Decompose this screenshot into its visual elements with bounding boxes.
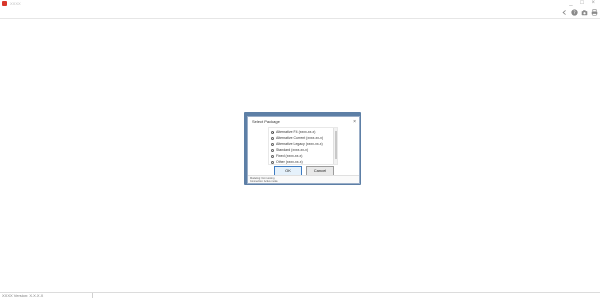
package-option[interactable]: Other (xxxx-xx-x) — [271, 159, 303, 165]
title-bar: XXXX _ □ × — [0, 0, 600, 7]
radio-button[interactable] — [271, 142, 274, 146]
print-icon — [591, 9, 598, 16]
dialog-status-line: Connection: Active mode — [250, 179, 278, 183]
package-list: Alternative F4 (xxxx-xx-x) Alternative C… — [268, 127, 338, 165]
radio-button[interactable] — [271, 130, 274, 134]
status-separator — [92, 293, 93, 298]
status-bar: XXXX Version: X.X.X.X — [0, 292, 600, 298]
help-button[interactable]: ? — [571, 9, 578, 16]
package-option-label: Other (xxxx-xx-x) — [276, 160, 303, 164]
dialog-title: Select Package — [252, 119, 280, 124]
version-text: XXXX Version: X.X.X.X — [2, 293, 44, 298]
toolbar-divider — [0, 18, 600, 19]
scrollbar-thumb[interactable] — [334, 131, 337, 159]
window-controls[interactable]: _ □ × — [569, 0, 598, 7]
print-button[interactable] — [591, 9, 598, 16]
close-button[interactable]: × — [353, 119, 356, 125]
list-scrollbar[interactable] — [333, 128, 337, 164]
app-logo-icon — [2, 1, 7, 6]
window-title: XXXX — [10, 1, 21, 6]
help-icon: ? — [571, 9, 578, 16]
radio-button[interactable] — [271, 136, 274, 140]
select-package-dialog: Select Package × Alternative F4 (xxxx-xx… — [247, 116, 360, 184]
dialog-status-bar: Modeling: Not running Connection: Active… — [248, 175, 359, 183]
toolbar: ? — [561, 8, 598, 17]
radio-button[interactable] — [271, 148, 274, 152]
camera-icon — [581, 10, 588, 16]
radio-button[interactable] — [271, 160, 274, 164]
back-icon — [562, 10, 566, 15]
back-button[interactable] — [561, 9, 568, 16]
radio-button[interactable] — [271, 154, 274, 158]
screenshot-button[interactable] — [581, 9, 588, 16]
